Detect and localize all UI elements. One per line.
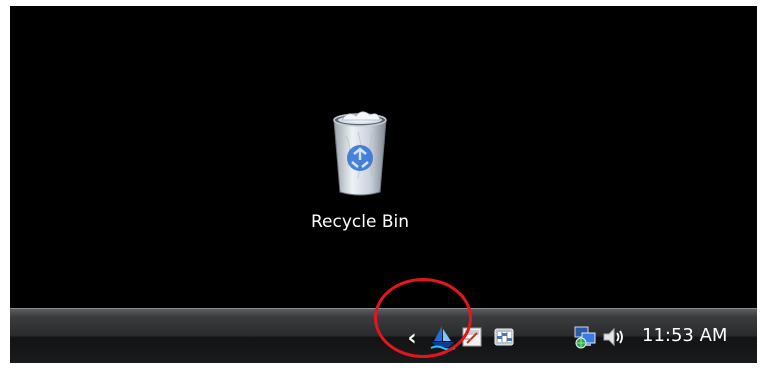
taskbar-clock[interactable]: 11:53 AM	[642, 325, 727, 346]
tray-item-document-app[interactable]	[459, 324, 485, 350]
desktop[interactable]: Recycle Bin	[10, 6, 757, 308]
boat-app-icon	[430, 326, 456, 350]
tray-item-settings-app[interactable]	[491, 324, 517, 350]
tray-item-volume[interactable]	[601, 324, 627, 350]
show-hidden-icons-button[interactable]: ‹	[403, 325, 421, 351]
tray-item-boat-app[interactable]	[430, 324, 456, 350]
recycle-bin-label: Recycle Bin	[310, 212, 409, 232]
screenshot-frame: Recycle Bin ‹ 11:53 AM	[10, 6, 757, 363]
system-tray: ‹ 11:53 AM	[395, 309, 757, 363]
document-app-icon	[462, 327, 482, 347]
volume-icon	[603, 327, 623, 347]
tray-item-network[interactable]	[573, 324, 599, 350]
chevron-left-icon: ‹	[407, 325, 417, 351]
recycle-bin-icon	[333, 111, 387, 196]
taskbar: ‹ 11:53 AM	[10, 308, 757, 363]
desktop-icon-recycle-bin[interactable]: Recycle Bin	[295, 106, 425, 246]
settings-app-icon	[494, 328, 514, 346]
network-icon	[574, 326, 596, 349]
